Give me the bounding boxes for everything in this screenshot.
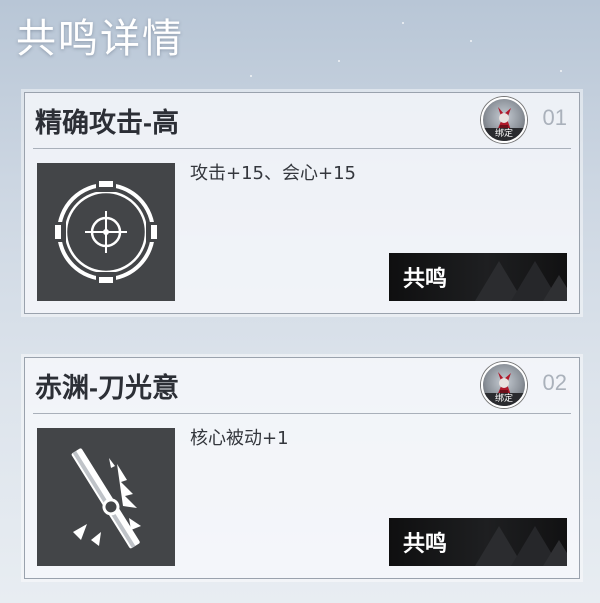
avatar[interactable]: 绑定 bbox=[481, 362, 527, 408]
resonance-card-1: 精确攻击-高 绑定 01 攻击+15、会心+15 共鸣 bbox=[24, 92, 580, 314]
skill-icon-box bbox=[37, 163, 175, 301]
sparkle bbox=[338, 60, 340, 62]
divider bbox=[33, 413, 571, 414]
card-title: 赤渊-刀光意 bbox=[35, 373, 179, 403]
resonate-button-label: 共鸣 bbox=[403, 267, 448, 292]
bound-tag: 绑定 bbox=[483, 128, 525, 141]
page-title: 共鸣详情 bbox=[16, 16, 184, 62]
sparkle bbox=[470, 40, 472, 42]
resonate-button[interactable]: 共鸣 bbox=[389, 518, 567, 566]
sparkle bbox=[560, 70, 562, 72]
skill-description: 核心被动+1 bbox=[190, 428, 289, 449]
avatar[interactable]: 绑定 bbox=[481, 97, 527, 143]
bound-tag: 绑定 bbox=[483, 393, 525, 406]
resonance-card-2: 赤渊-刀光意 绑定 02 核心被动+1 共鸣 bbox=[24, 357, 580, 579]
crosshair-icon bbox=[55, 181, 157, 283]
card-title: 精确攻击-高 bbox=[35, 108, 179, 138]
resonate-button-label: 共鸣 bbox=[403, 532, 448, 557]
sparkle bbox=[402, 22, 404, 24]
divider bbox=[33, 148, 571, 149]
skill-description: 攻击+15、会心+15 bbox=[190, 163, 356, 184]
resonate-button[interactable]: 共鸣 bbox=[389, 253, 567, 301]
sparkle bbox=[250, 75, 252, 77]
card-index: 02 bbox=[542, 370, 567, 395]
blade-slash-icon bbox=[71, 448, 141, 549]
skill-icon-box bbox=[37, 428, 175, 566]
card-index: 01 bbox=[542, 105, 567, 130]
